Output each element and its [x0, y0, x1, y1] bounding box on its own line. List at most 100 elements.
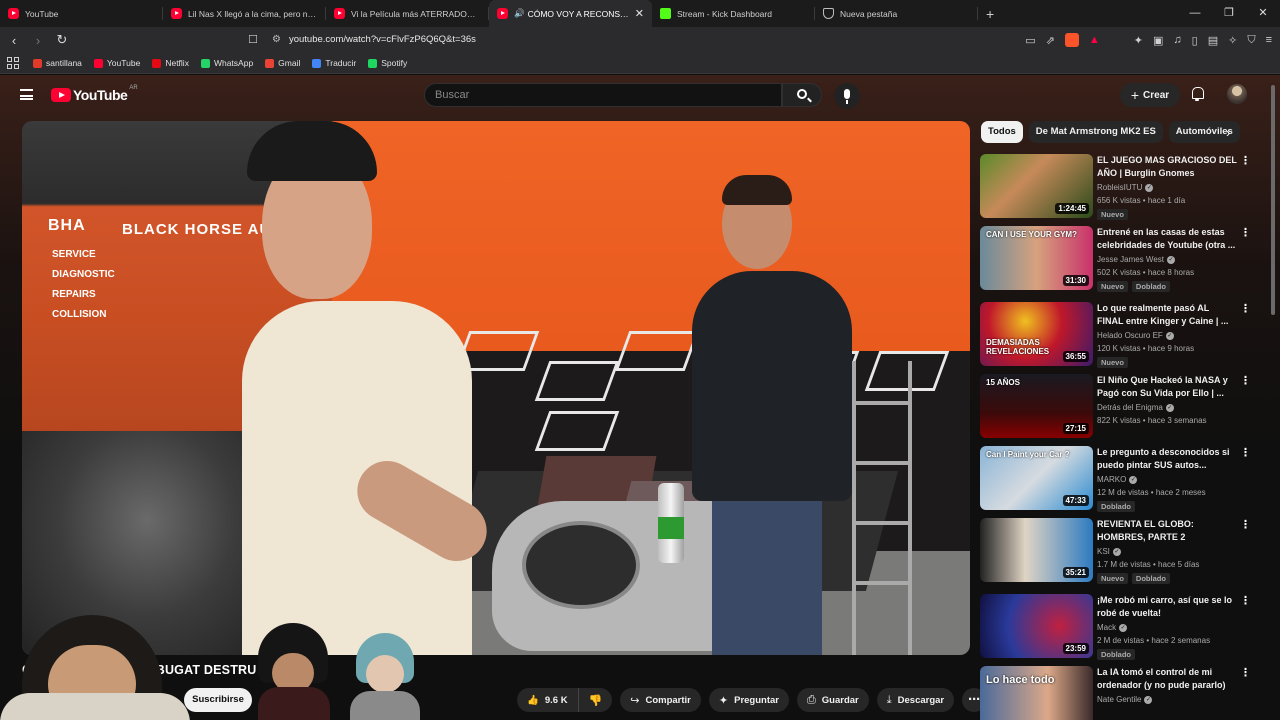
more-options-icon[interactable]: ⋮ — [1240, 304, 1251, 315]
leo-icon[interactable]: ✧ — [1228, 34, 1237, 47]
more-options-icon[interactable]: ⋮ — [1240, 520, 1251, 531]
filter-chip[interactable]: Todos — [981, 121, 1023, 143]
chevron-right-icon[interactable]: › — [1226, 125, 1230, 140]
share-button[interactable]: ↪ Compartir — [620, 688, 701, 712]
channel-name[interactable]: Detrás del Enigma ✓ — [1097, 403, 1174, 412]
save-button[interactable]: ⎙ Guardar — [796, 688, 869, 712]
recommendation-item[interactable]: Can I Paint your Car ? 47:33 Le pregunto a… — [980, 446, 1256, 518]
download-button[interactable]: ⤓ Descargar — [876, 688, 955, 712]
site-info-icon[interactable]: ⚙ — [272, 27, 281, 53]
recommendation-title[interactable]: EL JUEGO MAS GRACIOSO DEL AÑO | Burglin … — [1097, 154, 1237, 179]
sidebar-icon[interactable]: ▯ — [1192, 34, 1198, 47]
music-icon[interactable]: ♫ — [1173, 34, 1181, 46]
ask-button[interactable]: ✦ Preguntar — [708, 688, 789, 712]
brave-shields-icon[interactable] — [1064, 33, 1079, 47]
forward-icon[interactable]: › — [28, 33, 48, 48]
voice-search-icon[interactable] — [834, 83, 860, 109]
more-options-icon[interactable]: ⋮ — [1240, 228, 1251, 239]
recommendation-item[interactable]: 1:24:45 EL JUEGO MAS GRACIOSO DEL AÑO | B… — [980, 154, 1256, 226]
close-window-icon[interactable]: ✕ — [1246, 0, 1280, 27]
channel-name[interactable]: RobleisIUTU ✓ — [1097, 183, 1154, 192]
reload-icon[interactable]: ↻ — [52, 32, 72, 48]
channel-name[interactable]: Helado Oscuro EF ✓ — [1097, 331, 1174, 340]
bookmark-item[interactable]: santillana — [33, 58, 82, 68]
recommendation-item[interactable]: CAN I USE YOUR GYM? 31:30 Entrené en las c… — [980, 226, 1256, 302]
channel-name[interactable]: Mack ✓ — [1097, 623, 1128, 632]
extensions-icon[interactable]: ✦ — [1134, 34, 1143, 47]
bookmark-item[interactable]: Traducir — [312, 58, 356, 68]
recommendation-item[interactable]: 15 AÑOS 27:15 El Niño Que Hackeó la NASA y… — [980, 374, 1256, 446]
bookmark-item[interactable]: Spotify — [368, 58, 407, 68]
channel-name[interactable]: KSI ✓ — [1097, 547, 1121, 556]
more-options-icon[interactable]: ⋮ — [1240, 596, 1251, 607]
recommendation-item[interactable]: 35:21 REVIENTA EL GLOBO: HOMBRES, PARTE 2… — [980, 518, 1256, 594]
video-thumbnail[interactable]: Can I Paint your Car ? 47:33 — [980, 446, 1093, 510]
rewards-icon[interactable]: ▲ — [1089, 34, 1100, 46]
page-scrollbar[interactable] — [1270, 75, 1276, 720]
video-thumbnail[interactable]: 1:24:45 — [980, 154, 1093, 218]
recommendation-title[interactable]: Lo que realmente pasó AL FINAL entre Kin… — [1097, 302, 1237, 327]
vpn-icon[interactable]: ⛉ — [1247, 34, 1255, 47]
wallet-icon[interactable]: ▤ — [1208, 34, 1218, 47]
recommendation-title[interactable]: La IA tomó el control de mi ordenador (y… — [1097, 666, 1237, 691]
new-tab-icon[interactable]: + — [986, 6, 994, 22]
search-input[interactable]: Buscar — [424, 83, 782, 107]
video-thumbnail[interactable]: CAN I USE YOUR GYM? 31:30 — [980, 226, 1093, 290]
url-field[interactable]: ⚙ youtube.com/watch?v=cFlvFzP6Q6Q&t=36s — [272, 27, 476, 53]
subscribe-button[interactable]: Suscribirse — [184, 688, 252, 712]
channel-name[interactable]: Nate Gentile ✓ — [1097, 695, 1153, 704]
recommendation-title[interactable]: REVIENTA EL GLOBO: HOMBRES, PARTE 2 — [1097, 518, 1237, 543]
account-avatar[interactable] — [1227, 84, 1247, 104]
video-player[interactable]: BLACK HORSE AU BHA SERVICE DIAGNOSTIC RE… — [22, 121, 970, 655]
menu-icon[interactable]: ≡ — [1266, 34, 1272, 46]
notifications-bell-icon[interactable] — [1190, 86, 1204, 101]
recommendation-title[interactable]: Le pregunto a desconocidos si puedo pint… — [1097, 446, 1237, 471]
recommendation-title[interactable]: El Niño Que Hackeó la NASA y Pagó con Su… — [1097, 374, 1237, 399]
recommendation-item[interactable]: DEMASIADAS REVELACIONES 36:55 Lo que realm… — [980, 302, 1256, 374]
bookmark-item[interactable]: Netflix — [152, 58, 189, 68]
recommendation-title[interactable]: ¡Me robó mi carro, así que se lo robé de… — [1097, 594, 1237, 619]
recommendation-item[interactable]: 23:59 ¡Me robó mi carro, así que se lo ro… — [980, 594, 1256, 666]
restore-icon[interactable]: ❐ — [1212, 0, 1246, 27]
create-button[interactable]: + Crear — [1120, 83, 1180, 107]
browser-tab[interactable]: Vi la Película más ATERRADORA de O... — [326, 0, 489, 27]
search-button[interactable] — [782, 83, 822, 107]
more-options-icon[interactable]: ⋮ — [1240, 668, 1251, 679]
more-options-icon[interactable]: ⋮ — [1240, 376, 1251, 387]
browser-tab[interactable]: Stream - Kick Dashboard — [652, 0, 815, 27]
bookmark-favicon-icon — [200, 58, 210, 68]
more-options-icon[interactable]: ⋮ — [1240, 156, 1251, 167]
youtube-logo[interactable]: YouTube AR — [51, 85, 138, 103]
like-button[interactable]: 👍 9.6 K — [517, 688, 579, 712]
filter-chip[interactable]: De Mat Armstrong MK2 ES — [1028, 121, 1163, 143]
bookmark-item[interactable]: YouTube — [93, 58, 140, 68]
video-thumbnail[interactable]: 23:59 — [980, 594, 1093, 658]
video-thumbnail[interactable]: Lo hace todo — [980, 666, 1093, 720]
bookmark-item[interactable]: WhatsApp — [200, 58, 253, 68]
channel-name[interactable]: MARKO ✓ — [1097, 475, 1138, 484]
close-tab-icon[interactable]: ✕ — [635, 7, 644, 20]
dislike-button[interactable]: 👎 — [579, 688, 613, 712]
apps-icon[interactable] — [7, 57, 19, 69]
cast-icon[interactable]: ▭ — [1025, 34, 1035, 47]
video-thumbnail[interactable]: 15 AÑOS 27:15 — [980, 374, 1093, 438]
browser-tab[interactable]: Lil Nas X llegó a la cima, pero no supo.… — [163, 0, 326, 27]
back-icon[interactable]: ‹ — [4, 33, 24, 48]
recommendation-title[interactable]: Entrené en las casas de estas celebridad… — [1097, 226, 1237, 251]
scrollbar-thumb[interactable] — [1271, 85, 1275, 315]
channel-name[interactable]: Jesse James West ✓ — [1097, 255, 1175, 264]
speaker-icon[interactable]: 🔊 — [514, 8, 525, 19]
video-thumbnail[interactable]: 35:21 — [980, 518, 1093, 582]
video-thumbnail[interactable]: DEMASIADAS REVELACIONES 36:55 — [980, 302, 1093, 366]
browser-tab[interactable]: Nueva pestaña — [815, 0, 978, 27]
hamburger-menu-icon[interactable] — [20, 89, 33, 100]
screenshot-icon[interactable]: ▣ — [1153, 34, 1163, 47]
recommendation-item[interactable]: Lo hace todo La IA tomó el control de mi … — [980, 666, 1256, 720]
more-options-icon[interactable]: ⋮ — [1240, 448, 1251, 459]
browser-tab[interactable]: 🔊CÓMO VOY A RECONSTRUIR EL BUGATTI... ✕ — [489, 0, 652, 27]
minimize-icon[interactable]: — — [1178, 0, 1212, 27]
share-icon[interactable]: ⇗ — [1046, 34, 1055, 47]
browser-tab[interactable]: YouTube — [0, 0, 163, 27]
bookmark-item[interactable]: Gmail — [265, 58, 300, 68]
bookmark-page-icon[interactable]: ☐ — [248, 33, 258, 46]
